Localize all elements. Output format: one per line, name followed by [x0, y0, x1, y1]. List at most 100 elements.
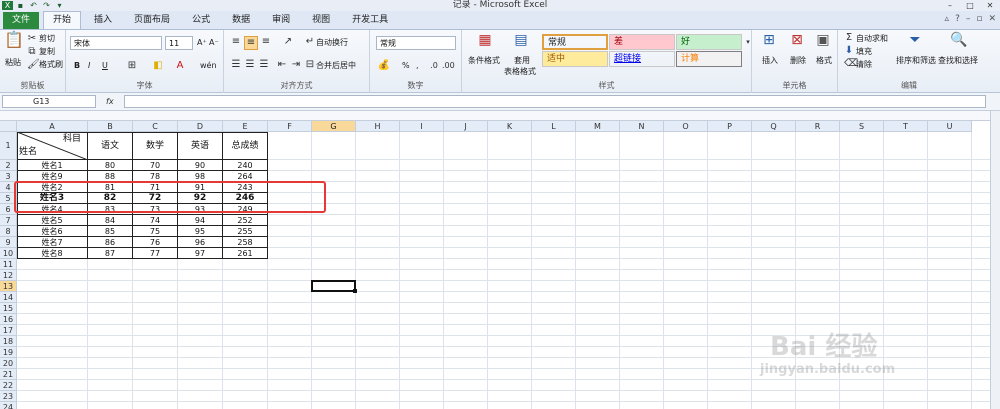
increase-decimal-icon[interactable]: .0 [428, 60, 440, 72]
row-header-1[interactable]: 1 [0, 132, 17, 160]
align-bottom-icon[interactable]: ≡ [260, 36, 272, 48]
font-name-select[interactable]: 宋体 [70, 36, 162, 50]
row-header-13[interactable]: 13 [0, 281, 17, 292]
row-header-15[interactable]: 15 [0, 303, 17, 314]
minimize-icon[interactable]: – [940, 0, 960, 11]
score-cell[interactable]: 94 [178, 215, 222, 226]
align-center-icon[interactable]: ☰ [244, 59, 256, 71]
active-cell[interactable] [311, 280, 356, 292]
column-header-B[interactable]: B [88, 121, 133, 132]
score-cell[interactable]: 240 [223, 160, 267, 171]
column-header-T[interactable]: T [884, 121, 928, 132]
style-calculation[interactable]: 计算 [676, 51, 742, 67]
column-header-S[interactable]: S [840, 121, 884, 132]
bold-button[interactable]: B [74, 61, 80, 71]
font-size-select[interactable]: 11 [165, 36, 193, 50]
style-normal[interactable]: 常规 [542, 34, 608, 50]
insert-button[interactable]: 插入 [762, 56, 778, 66]
name-cell[interactable]: 姓名7 [17, 237, 87, 248]
name-cell[interactable]: 姓名6 [17, 226, 87, 237]
fill-handle[interactable] [353, 289, 357, 293]
maximize-icon[interactable]: □ [960, 0, 980, 11]
style-bad[interactable]: 差 [609, 34, 675, 50]
copy-button[interactable]: 复制 [39, 47, 55, 57]
conditional-format-button[interactable]: 条件格式 [468, 56, 500, 66]
ribbon-minimize-icon[interactable]: ▵ [945, 14, 950, 24]
score-cell[interactable]: 76 [133, 237, 177, 248]
score-cell[interactable]: 252 [223, 215, 267, 226]
style-neutral[interactable]: 适中 [542, 51, 608, 67]
column-header-M[interactable]: M [576, 121, 620, 132]
column-header-F[interactable]: F [268, 121, 312, 132]
column-header-U[interactable]: U [928, 121, 972, 132]
column-header-D[interactable]: D [178, 121, 223, 132]
row-header-18[interactable]: 18 [0, 336, 17, 347]
tab-review[interactable]: 审阅 [263, 12, 299, 29]
score-cell[interactable]: 85 [88, 226, 132, 237]
increase-indent-icon[interactable]: ⇥ [290, 59, 302, 71]
header-1[interactable]: 语文 [88, 132, 132, 160]
row-header-2[interactable]: 2 [0, 160, 17, 171]
row-header-10[interactable]: 10 [0, 248, 17, 259]
column-header-H[interactable]: H [356, 121, 400, 132]
tab-view[interactable]: 视图 [303, 12, 339, 29]
tab-home[interactable]: 开始 [43, 11, 82, 29]
italic-button[interactable]: I [88, 61, 90, 71]
percent-button[interactable]: % [402, 61, 410, 71]
score-cell[interactable]: 90 [178, 160, 222, 171]
styles-more-icon[interactable]: ▾ [744, 36, 752, 48]
find-select-button[interactable]: 查找和选择 [938, 56, 978, 66]
comma-button[interactable]: , [416, 61, 419, 71]
worksheet[interactable]: A B C D E F G H I J K L M N O P Q R S T U 1 2 3 4 5 6 7 8 9 10 11 12 13 14… [0, 111, 1000, 409]
format-painter-button[interactable]: 格式刷 [39, 60, 63, 70]
score-cell[interactable]: 75 [133, 226, 177, 237]
style-good[interactable]: 好 [676, 34, 742, 50]
row-header-20[interactable]: 20 [0, 358, 17, 369]
align-left-icon[interactable]: ☰ [230, 59, 242, 71]
column-header-A[interactable]: A [17, 121, 88, 132]
border-icon[interactable]: ⊞ [126, 60, 138, 72]
align-top-icon[interactable]: ≡ [230, 36, 242, 48]
align-middle-icon[interactable]: ≡ [244, 36, 258, 50]
column-header-E[interactable]: E [223, 121, 268, 132]
column-header-K[interactable]: K [488, 121, 532, 132]
row-header-7[interactable]: 7 [0, 215, 17, 226]
wrap-text-button[interactable]: 自动换行 [316, 38, 348, 48]
autosum-button[interactable]: 自动求和 [856, 34, 888, 44]
row-header-16[interactable]: 16 [0, 314, 17, 325]
column-header-Q[interactable]: Q [752, 121, 796, 132]
column-header-L[interactable]: L [532, 121, 576, 132]
name-box[interactable]: G13 [2, 95, 96, 108]
tab-insert[interactable]: 插入 [85, 12, 121, 29]
score-cell[interactable]: 86 [88, 237, 132, 248]
tab-developer[interactable]: 开发工具 [343, 12, 397, 29]
help-icon[interactable]: ? [955, 14, 960, 24]
font-color-icon[interactable]: A [174, 60, 186, 72]
decrease-indent-icon[interactable]: ⇤ [276, 59, 288, 71]
delete-button[interactable]: 删除 [790, 56, 806, 66]
doc-minimize-icon[interactable]: – [966, 14, 971, 24]
column-header-I[interactable]: I [400, 121, 444, 132]
doc-close-icon[interactable]: ✕ [988, 14, 996, 24]
merge-center-button[interactable]: 合并后居中 [316, 61, 356, 71]
sort-filter-button[interactable]: 排序和筛选 [896, 56, 936, 66]
score-cell[interactable]: 80 [88, 160, 132, 171]
tab-data[interactable]: 数据 [223, 12, 259, 29]
name-cell[interactable]: 姓名5 [17, 215, 87, 226]
decrease-decimal-icon[interactable]: .00 [442, 60, 455, 72]
number-format-select[interactable]: 常规 [376, 36, 456, 50]
row-header-11[interactable]: 11 [0, 259, 17, 270]
insert-function-icon[interactable]: fx [106, 95, 120, 108]
score-cell[interactable]: 84 [88, 215, 132, 226]
column-header-R[interactable]: R [796, 121, 840, 132]
score-cell[interactable]: 87 [88, 248, 132, 259]
column-header-J[interactable]: J [444, 121, 488, 132]
row-header-3[interactable]: 3 [0, 171, 17, 182]
grow-font-button[interactable]: A⁺ [197, 38, 207, 48]
score-cell[interactable]: 96 [178, 237, 222, 248]
format-as-table-label[interactable]: 表格格式 [504, 67, 536, 77]
row-header-24[interactable]: 24 [0, 402, 17, 409]
column-header-C[interactable]: C [133, 121, 178, 132]
score-cell[interactable]: 255 [223, 226, 267, 237]
tab-file[interactable]: 文件 [3, 12, 40, 29]
